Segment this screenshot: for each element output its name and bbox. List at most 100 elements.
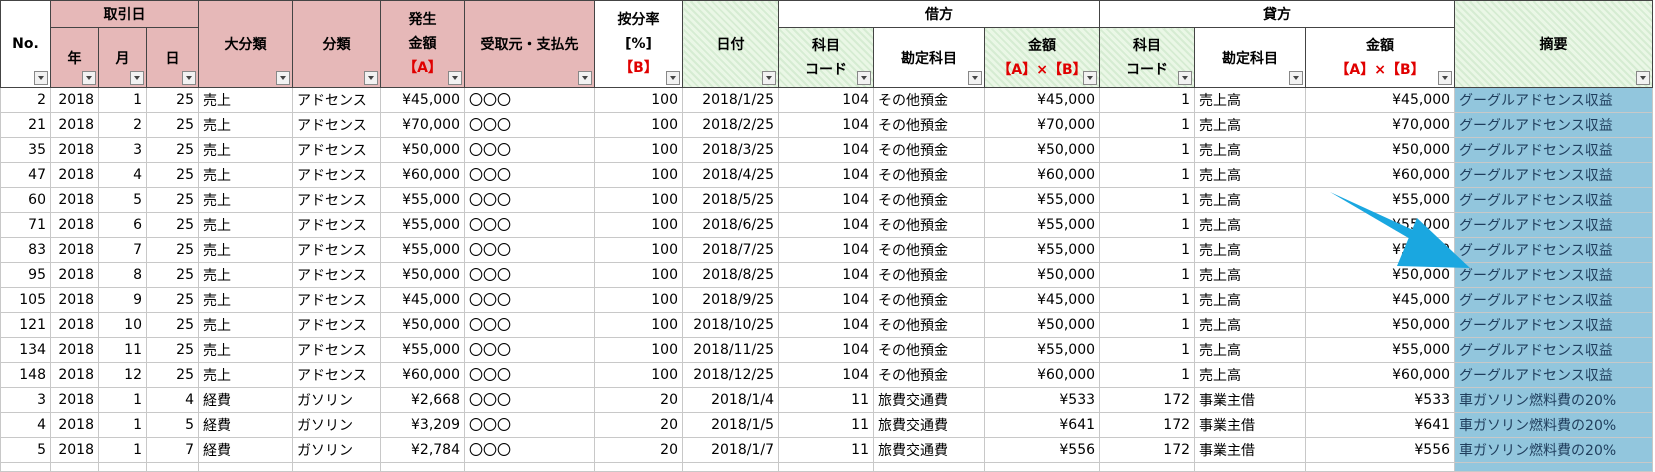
cell-partner[interactable]: 〇〇〇 <box>464 287 595 313</box>
cell-ccode[interactable]: 172 <box>1099 412 1196 438</box>
cell-empty[interactable] <box>1099 462 1196 472</box>
cell-empty[interactable] <box>464 462 595 472</box>
cell-no[interactable]: 35 <box>0 137 51 163</box>
table-row[interactable]: 2 2018 1 25 売上 アドセンス ¥45,000 〇〇〇 100 2018/1/25 104… <box>0 87 1654 113</box>
cell-dacct[interactable]: その他預金 <box>873 87 985 113</box>
filter-dropdown-icon[interactable] <box>82 71 96 85</box>
cell-dcode[interactable]: 104 <box>778 112 874 138</box>
filter-dropdown-icon[interactable] <box>1178 71 1193 85</box>
cell-memo[interactable]: グーグルアドセンス収益 <box>1454 137 1654 163</box>
cell-empty[interactable] <box>292 462 381 472</box>
cell-camt[interactable]: ¥60,000 <box>1305 162 1456 188</box>
cell-partner[interactable]: 〇〇〇 <box>464 437 595 463</box>
cell-day[interactable]: 25 <box>146 362 199 388</box>
cell-dcode[interactable]: 11 <box>778 437 874 463</box>
cell-day[interactable]: 4 <box>146 387 199 413</box>
cell-empty[interactable] <box>778 462 874 472</box>
cell-ratio[interactable]: 100 <box>594 337 683 363</box>
cell-cacct[interactable]: 売上高 <box>1194 112 1307 138</box>
table-row[interactable]: 105 2018 9 25 売上 アドセンス ¥45,000 〇〇〇 100 2018/9/25 1… <box>0 287 1654 313</box>
cell-partner[interactable]: 〇〇〇 <box>464 362 595 388</box>
filter-dropdown-icon[interactable] <box>34 71 48 85</box>
cell-ratio[interactable]: 100 <box>594 287 683 313</box>
cell-camt[interactable]: ¥55,000 <box>1305 337 1456 363</box>
cell-month[interactable]: 1 <box>98 437 147 463</box>
filter-dropdown-icon[interactable] <box>666 71 680 85</box>
table-row[interactable]: 134 2018 11 25 売上 アドセンス ¥55,000 〇〇〇 100 2018/11/2… <box>0 337 1654 363</box>
cell-dacct[interactable]: 旅費交通費 <box>873 412 985 438</box>
cell-amount[interactable]: ¥55,000 <box>380 212 465 238</box>
cell-year[interactable]: 2018 <box>50 162 99 188</box>
cell-cacct[interactable]: 事業主借 <box>1194 387 1307 413</box>
cell-year[interactable]: 2018 <box>50 87 99 113</box>
cell-dcode[interactable]: 104 <box>778 312 874 338</box>
cell-amount[interactable]: ¥3,209 <box>380 412 465 438</box>
cell-year[interactable]: 2018 <box>50 112 99 138</box>
cell-empty[interactable] <box>0 462 51 472</box>
cell-bunrui[interactable]: アドセンス <box>292 287 381 313</box>
cell-damt[interactable]: ¥533 <box>983 387 1101 413</box>
cell-camt[interactable]: ¥70,000 <box>1305 112 1456 138</box>
cell-date[interactable]: 2018/8/25 <box>682 262 779 288</box>
cell-empty[interactable] <box>1194 462 1307 472</box>
cell-ccode[interactable]: 1 <box>1099 262 1196 288</box>
cell-date[interactable]: 2018/1/25 <box>682 87 779 113</box>
cell-ratio[interactable]: 100 <box>594 137 683 163</box>
cell-ccode[interactable]: 1 <box>1099 337 1196 363</box>
cell-ratio[interactable]: 100 <box>594 262 683 288</box>
cell-bunrui[interactable]: アドセンス <box>292 137 381 163</box>
cell-camt[interactable]: ¥45,000 <box>1305 287 1456 313</box>
cell-memo[interactable]: 車ガソリン燃料費の20% <box>1454 437 1654 463</box>
cell-damt[interactable]: ¥641 <box>983 412 1101 438</box>
cell-bunrui[interactable]: アドセンス <box>292 337 381 363</box>
cell-day[interactable]: 7 <box>146 437 199 463</box>
cell-day[interactable]: 25 <box>146 87 199 113</box>
filter-dropdown-icon[interactable] <box>1438 71 1453 85</box>
cell-dcode[interactable]: 104 <box>778 237 874 263</box>
cell-cacct[interactable]: 売上高 <box>1194 212 1307 238</box>
cell-bunrui[interactable]: アドセンス <box>292 112 381 138</box>
table-row[interactable]: 4 2018 1 5 経費 ガソリン ¥3,209 〇〇〇 20 2018/1/5 11 旅費交通費 ¥… <box>0 412 1654 438</box>
cell-month[interactable]: 5 <box>98 187 147 213</box>
cell-month[interactable]: 2 <box>98 112 147 138</box>
cell-day[interactable]: 25 <box>146 312 199 338</box>
cell-empty[interactable] <box>594 462 683 472</box>
filter-dropdown-icon[interactable] <box>578 71 592 85</box>
cell-empty[interactable] <box>380 462 465 472</box>
cell-year[interactable]: 2018 <box>50 137 99 163</box>
cell-camt[interactable]: ¥50,000 <box>1305 137 1456 163</box>
table-row[interactable]: 121 2018 10 25 売上 アドセンス ¥50,000 〇〇〇 100 2018/10/2… <box>0 312 1654 338</box>
cell-damt[interactable]: ¥60,000 <box>983 362 1101 388</box>
table-row[interactable]: 3 2018 1 4 経費 ガソリン ¥2,668 〇〇〇 20 2018/1/4 11 旅費交通費 ¥… <box>0 387 1654 413</box>
cell-year[interactable]: 2018 <box>50 262 99 288</box>
cell-day[interactable]: 25 <box>146 112 199 138</box>
cell-dacct[interactable]: その他預金 <box>873 287 985 313</box>
cell-month[interactable]: 12 <box>98 362 147 388</box>
cell-ratio[interactable]: 100 <box>594 312 683 338</box>
cell-partner[interactable]: 〇〇〇 <box>464 262 595 288</box>
cell-bunrui[interactable]: ガソリン <box>292 437 381 463</box>
cell-amount[interactable]: ¥2,784 <box>380 437 465 463</box>
cell-date[interactable]: 2018/2/25 <box>682 112 779 138</box>
cell-ccode[interactable]: 172 <box>1099 387 1196 413</box>
cell-month[interactable]: 1 <box>98 87 147 113</box>
cell-ratio[interactable]: 100 <box>594 237 683 263</box>
cell-ratio[interactable]: 20 <box>594 437 683 463</box>
filter-dropdown-icon[interactable] <box>1289 71 1304 85</box>
filter-dropdown-icon[interactable] <box>857 71 871 85</box>
cell-no[interactable]: 60 <box>0 187 51 213</box>
cell-damt[interactable]: ¥60,000 <box>983 162 1101 188</box>
cell-dacct[interactable]: その他預金 <box>873 187 985 213</box>
cell-ratio[interactable]: 100 <box>594 87 683 113</box>
cell-ccode[interactable]: 1 <box>1099 187 1196 213</box>
cell-dacct[interactable]: 旅費交通費 <box>873 387 985 413</box>
table-row[interactable]: 21 2018 2 25 売上 アドセンス ¥70,000 〇〇〇 100 2018/2/25 10… <box>0 112 1654 138</box>
cell-cacct[interactable]: 事業主借 <box>1194 437 1307 463</box>
cell-amount[interactable]: ¥2,668 <box>380 387 465 413</box>
cell-damt[interactable]: ¥45,000 <box>983 287 1101 313</box>
cell-daibunrui[interactable]: 売上 <box>198 287 293 313</box>
cell-month[interactable]: 1 <box>98 387 147 413</box>
cell-bunrui[interactable]: アドセンス <box>292 237 381 263</box>
cell-date[interactable]: 2018/11/25 <box>682 337 779 363</box>
cell-empty[interactable] <box>50 462 99 472</box>
